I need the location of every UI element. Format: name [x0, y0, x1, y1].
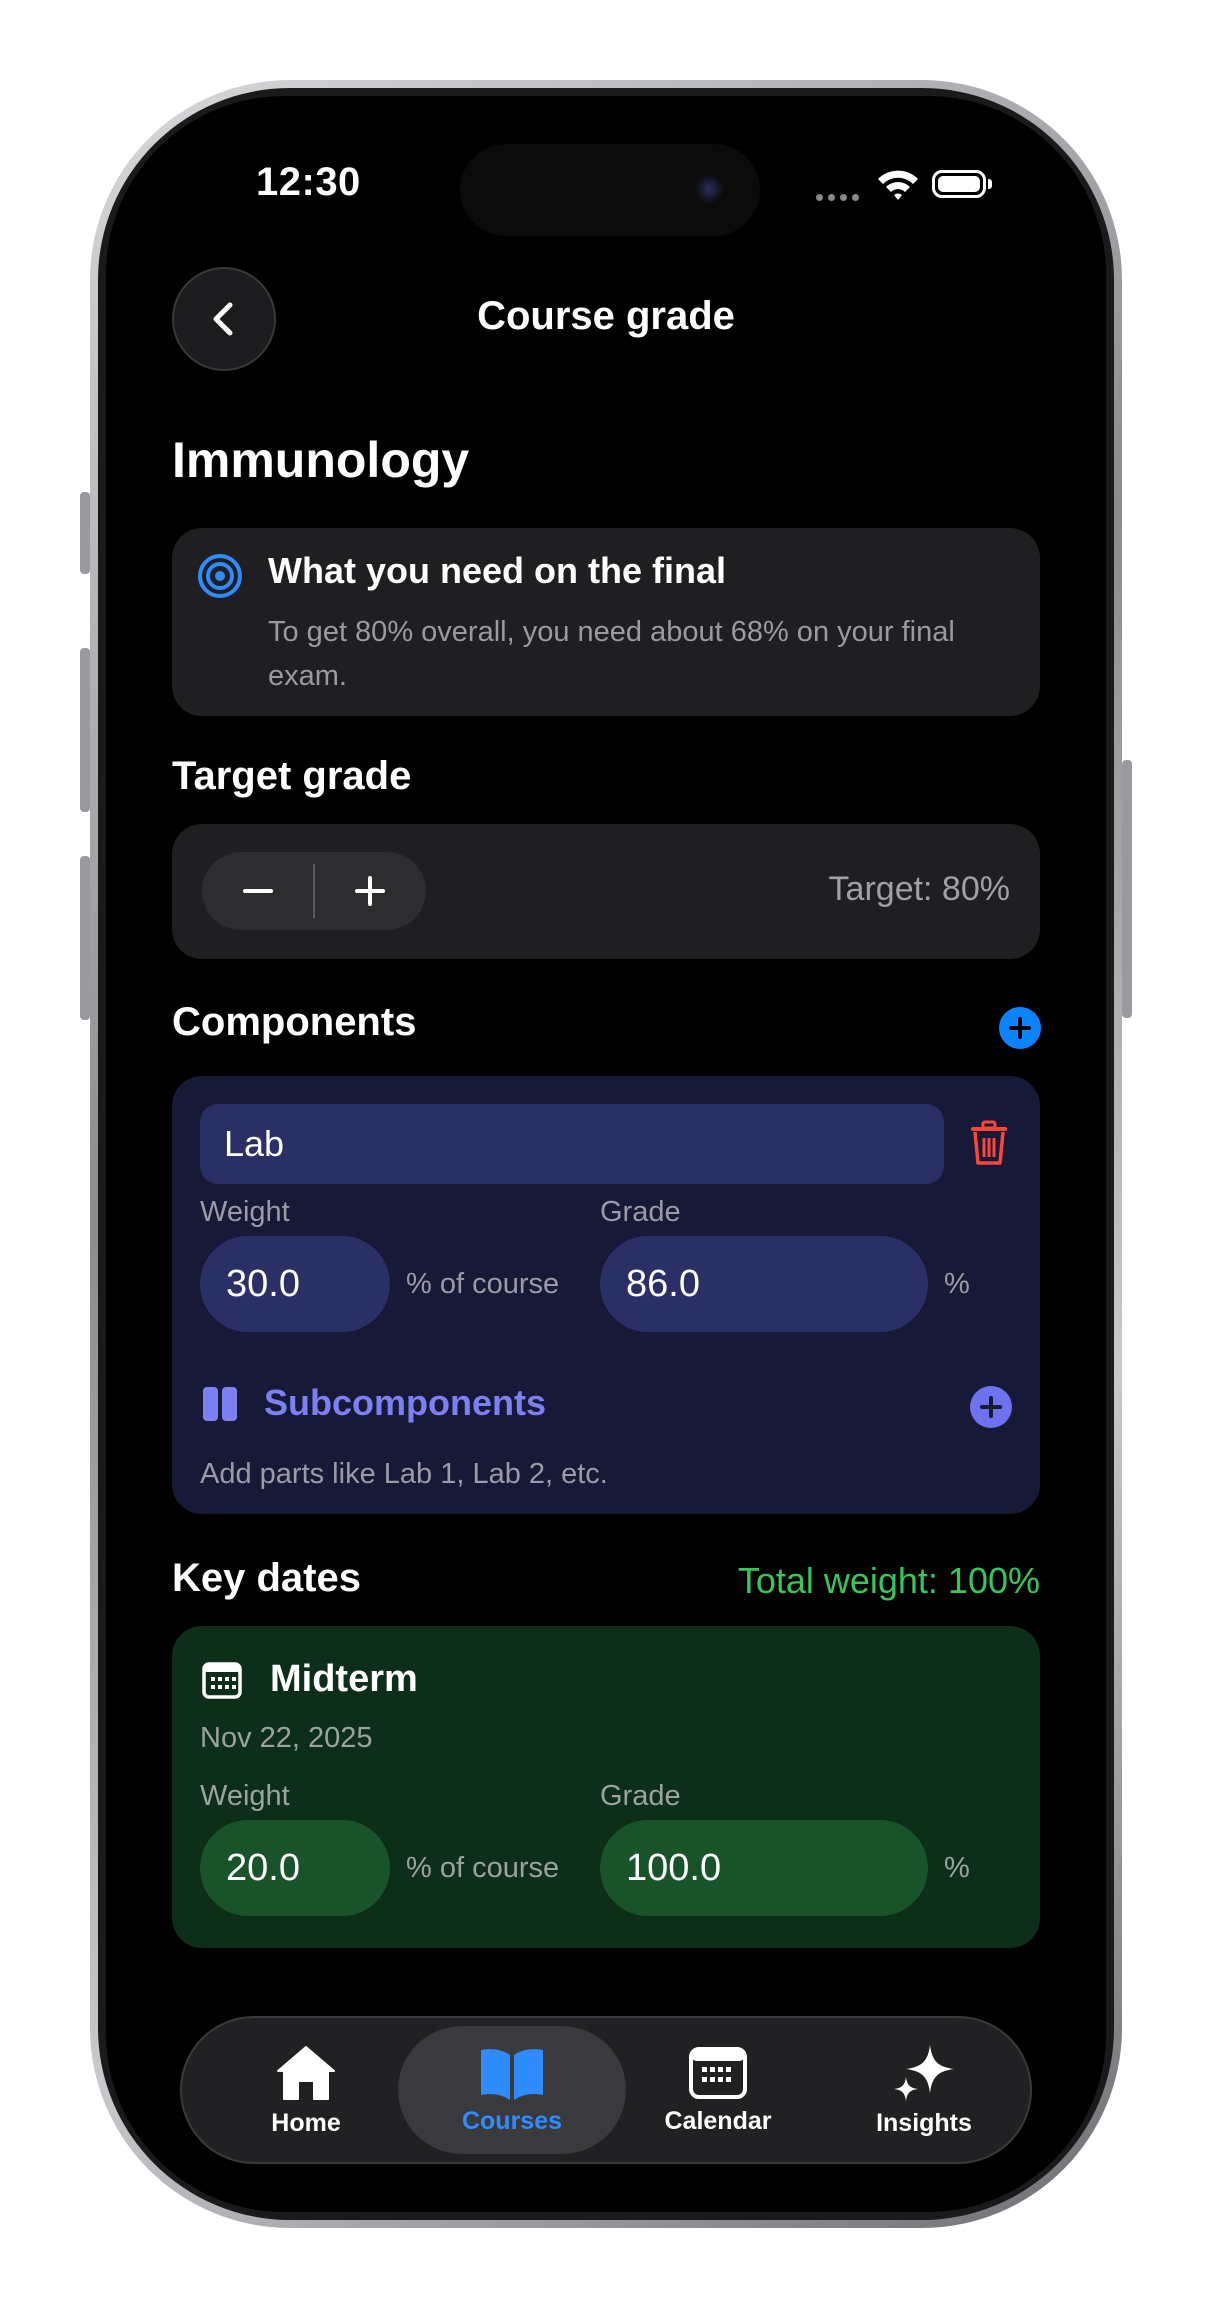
- increase-target-button[interactable]: [314, 852, 426, 930]
- weight-label: Weight: [200, 1780, 290, 1812]
- action-button: [80, 492, 90, 574]
- cellular-signal-icon: [816, 194, 859, 201]
- delete-component-button[interactable]: [968, 1120, 1010, 1171]
- tab-label: Insights: [876, 2108, 972, 2137]
- tab-insights[interactable]: Insights: [840, 2026, 1008, 2154]
- plus-circle-icon: [970, 1386, 1012, 1428]
- component-name-input[interactable]: Lab: [200, 1104, 944, 1184]
- target-grade-heading: Target grade: [172, 754, 412, 798]
- phone-screen: 12:30 Course grade Immunology What you n…: [106, 96, 1106, 2212]
- target-grade-card: Target: 80%: [172, 824, 1040, 959]
- weight-input[interactable]: 30.0: [200, 1236, 390, 1332]
- front-camera: [694, 174, 724, 204]
- hint-body: To get 80% overall, you need about 68% o…: [268, 616, 955, 692]
- tab-courses[interactable]: Courses: [398, 2026, 626, 2154]
- final-exam-hint-card: What you need on the final To get 80% ov…: [172, 528, 1040, 716]
- grade-label: Grade: [600, 1196, 681, 1228]
- calendar-icon: [689, 2046, 747, 2099]
- grade-unit: %: [944, 1268, 970, 1300]
- key-dates-heading: Key dates: [172, 1556, 361, 1600]
- grade-input[interactable]: 86.0: [600, 1236, 928, 1332]
- key-date-date: Nov 22, 2025: [200, 1722, 373, 1754]
- target-icon: [196, 552, 244, 605]
- target-grade-stepper: [202, 852, 426, 930]
- tab-label: Home: [271, 2108, 341, 2137]
- tab-calendar[interactable]: Calendar: [634, 2026, 802, 2154]
- tab-bar: Home Courses Calendar Insights: [180, 2016, 1032, 2164]
- grade-unit: %: [944, 1852, 970, 1884]
- key-date-card: Midterm Nov 22, 2025 Weight 20.0 % of co…: [172, 1626, 1040, 1948]
- sparkles-icon: [894, 2044, 954, 2101]
- weight-input[interactable]: 20.0: [200, 1820, 390, 1916]
- split-view-icon: [202, 1386, 238, 1427]
- stepper-divider: [313, 864, 315, 918]
- decrease-target-button[interactable]: [202, 852, 314, 930]
- tab-home[interactable]: Home: [222, 2026, 390, 2154]
- tab-label: Courses: [461, 2106, 563, 2135]
- subcomponents-label: Subcomponents: [264, 1382, 547, 1423]
- battery-tip: [988, 179, 992, 189]
- add-component-button[interactable]: [999, 1007, 1041, 1054]
- page-title: Course grade: [477, 294, 735, 338]
- weight-unit: % of course: [406, 1852, 560, 1884]
- house-icon: [277, 2045, 335, 2100]
- plus-icon: [355, 876, 385, 906]
- hint-title: What you need on the final: [268, 550, 726, 591]
- total-weight-status: Total weight: 100%: [737, 1560, 1040, 1601]
- trash-icon: [971, 1120, 1007, 1165]
- volume-down-button: [80, 856, 90, 1020]
- course-name: Immunology: [172, 432, 470, 488]
- wifi-icon: [876, 168, 920, 207]
- target-value: Target: 80%: [828, 870, 1010, 908]
- add-subcomponent-button[interactable]: [970, 1386, 1012, 1433]
- components-heading: Components: [172, 1000, 417, 1044]
- battery-icon: [932, 170, 986, 198]
- plus-circle-icon: [999, 1007, 1041, 1049]
- book-icon: [481, 2048, 543, 2100]
- key-date-title: Midterm: [270, 1658, 418, 1700]
- power-button: [1122, 760, 1132, 1018]
- grade-input[interactable]: 100.0: [600, 1820, 928, 1916]
- volume-up-button: [80, 648, 90, 812]
- weight-unit: % of course: [406, 1268, 560, 1300]
- component-card: Lab Weight 30.0 % of course Grade 86.0 %…: [172, 1076, 1040, 1514]
- tab-label: Calendar: [664, 2106, 772, 2135]
- minus-icon: [243, 889, 273, 893]
- grade-label: Grade: [600, 1780, 681, 1812]
- weight-label: Weight: [200, 1196, 290, 1228]
- subcomponents-hint: Add parts like Lab 1, Lab 2, etc.: [200, 1458, 608, 1490]
- status-time: 12:30: [256, 160, 361, 204]
- calendar-icon: [202, 1660, 242, 1705]
